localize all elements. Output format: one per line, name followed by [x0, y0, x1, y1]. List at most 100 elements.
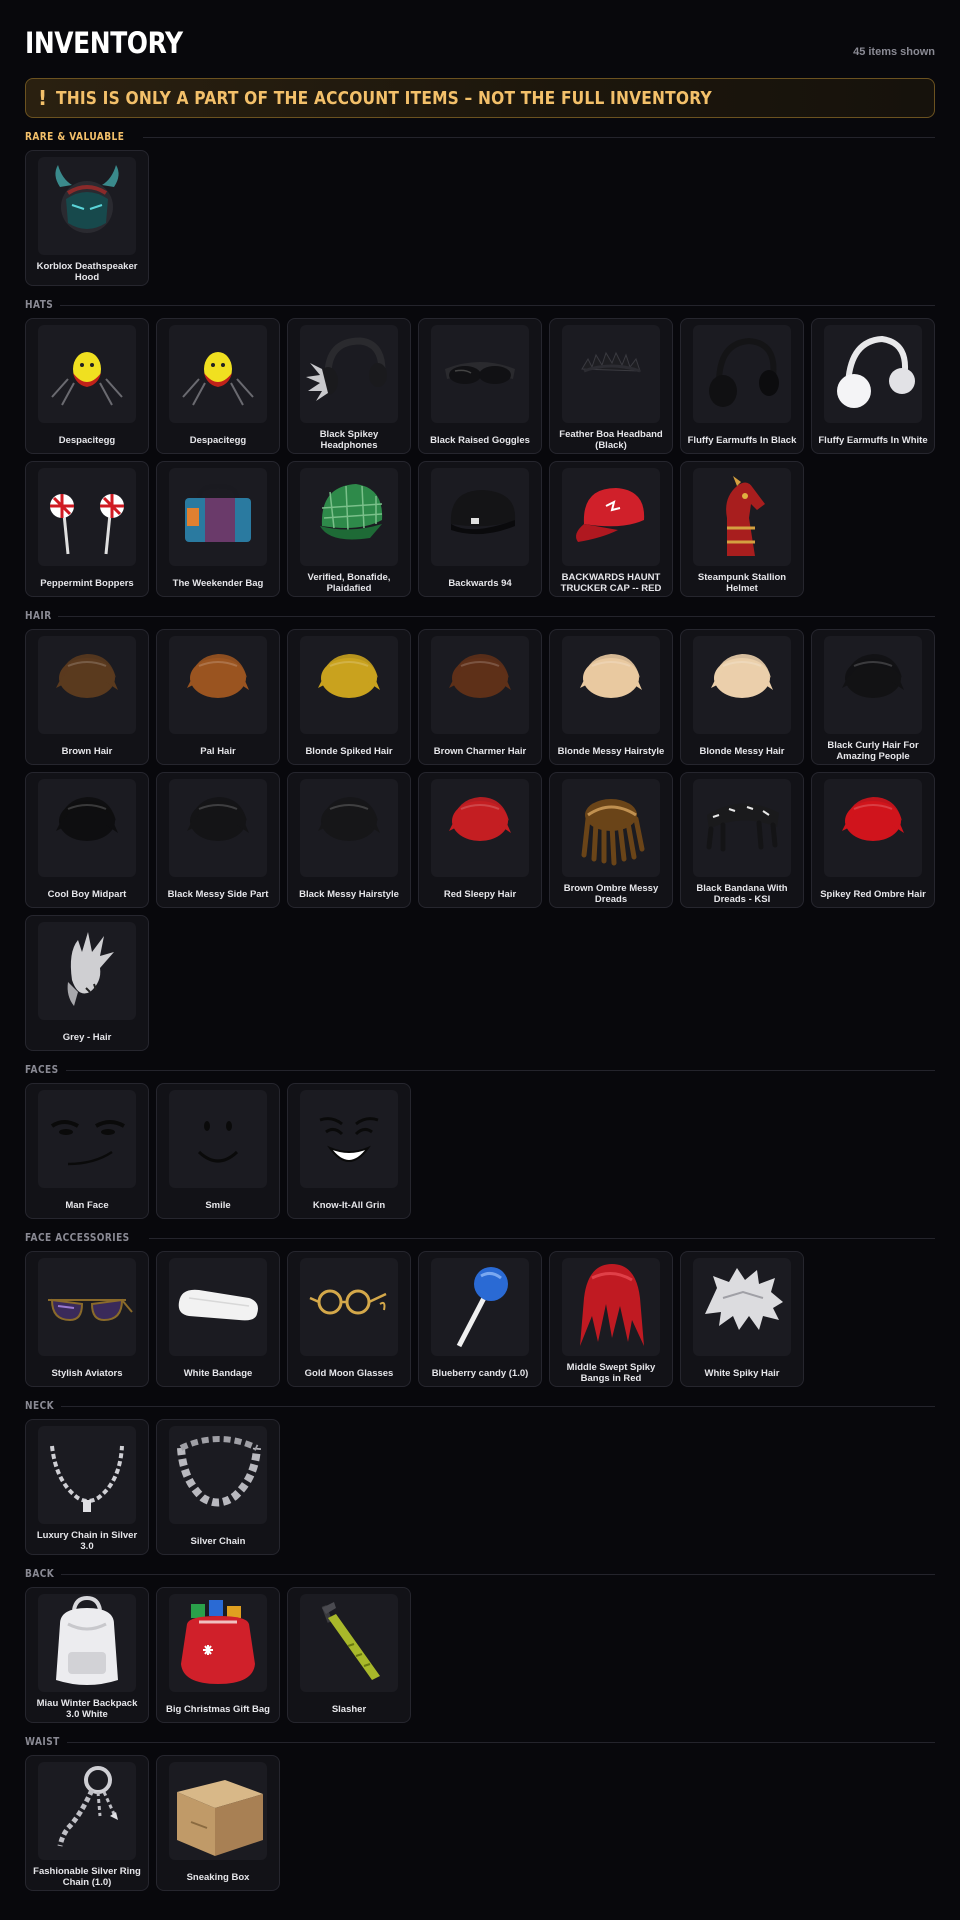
section-title: HATS	[25, 299, 54, 311]
item-card[interactable]: Luxury Chain in Silver 3.0	[25, 1419, 149, 1555]
item-card[interactable]: The Weekender Bag	[156, 461, 280, 597]
item-card[interactable]: Steampunk Stallion Helmet	[680, 461, 804, 597]
item-count: 45 items shown	[853, 46, 935, 58]
item-card[interactable]: Cool Boy Midpart	[25, 772, 149, 908]
item-card[interactable]: Grey - Hair	[25, 915, 149, 1051]
item-name: Brown Hair	[61, 745, 113, 757]
cardboard-box-icon	[169, 1762, 267, 1860]
item-name: Feather Boa Headband (Black)	[559, 429, 663, 451]
item-name: Fluffy Earmuffs In Black	[687, 434, 797, 446]
item-name: Miau Winter Backpack 3.0 White	[36, 1698, 138, 1720]
item-name: Black Bandana With Dreads - KSI	[696, 883, 788, 905]
header: INVENTORY 45 items shown	[25, 0, 935, 78]
item-card[interactable]: Pal Hair	[156, 629, 280, 765]
section-divider	[57, 615, 935, 617]
item-card[interactable]: Verified, Bonafide, Plaidafied	[287, 461, 411, 597]
item-name: White Spiky Hair	[704, 1367, 780, 1379]
item-card[interactable]: Despacitegg	[156, 318, 280, 454]
feather-headband-icon	[562, 325, 660, 423]
item-card[interactable]: Big Christmas Gift Bag	[156, 1587, 280, 1723]
item-name: Brown Charmer Hair	[433, 745, 527, 757]
item-name: Silver Chain	[190, 1535, 246, 1547]
item-name: BACKWARDS HAUNT TRUCKER CAP -- RED	[560, 572, 662, 594]
item-card[interactable]: Smile	[156, 1083, 280, 1219]
item-name: Cool Boy Midpart	[47, 888, 127, 900]
item-grid: Stylish Aviators White Bandage Gold Moon…	[25, 1251, 935, 1387]
hair-icon	[562, 636, 660, 734]
notice-text: THIS IS ONLY A PART OF THE ACCOUNT ITEMS…	[56, 87, 712, 109]
item-name: Peppermint Boppers	[40, 577, 134, 589]
item-card[interactable]: Fashionable Silver Ring Chain (1.0)	[25, 1755, 149, 1891]
item-name: Black Raised Goggles	[430, 434, 530, 446]
item-card[interactable]: Peppermint Boppers	[25, 461, 149, 597]
item-card[interactable]: Black Messy Hairstyle	[287, 772, 411, 908]
item-card[interactable]: Silver Chain	[156, 1419, 280, 1555]
item-card[interactable]: Black Messy Side Part	[156, 772, 280, 908]
lollipop-icon	[431, 1258, 529, 1356]
hair-icon	[38, 779, 136, 877]
black-cap-icon	[431, 468, 529, 566]
section-header: HATS	[25, 298, 935, 312]
item-name: Black Messy Hairstyle	[299, 888, 399, 900]
item-card[interactable]: Backwards 94	[418, 461, 542, 597]
gift-bag-icon	[169, 1594, 267, 1692]
item-name: Middle Swept Spiky Bangs in Red	[566, 1362, 656, 1384]
item-name: Spikey Red Ombre Hair	[820, 888, 926, 900]
item-card[interactable]: Miau Winter Backpack 3.0 White	[25, 1587, 149, 1723]
item-grid: Brown Hair Pal Hair Blonde Spiked Hair B…	[25, 629, 935, 1051]
item-card[interactable]: White Spiky Hair	[680, 1251, 804, 1387]
section-header: HAIR	[25, 609, 935, 623]
section-waist: WAIST Fashionable Silver Ring Chain (1.0…	[25, 1735, 935, 1891]
item-card[interactable]: BACKWARDS HAUNT TRUCKER CAP -- RED	[549, 461, 673, 597]
section-title: NECK	[25, 1400, 55, 1412]
section-back: BACK Miau Winter Backpack 3.0 White Big …	[25, 1567, 935, 1723]
inventory-page: INVENTORY 45 items shown ! THIS IS ONLY …	[25, 0, 935, 1891]
item-card[interactable]: Middle Swept Spiky Bangs in Red	[549, 1251, 673, 1387]
section-title: FACE ACCESSORIES	[25, 1232, 130, 1244]
item-card[interactable]: Black Spikey Headphones	[287, 318, 411, 454]
item-card[interactable]: Feather Boa Headband (Black)	[549, 318, 673, 454]
hair-icon	[824, 779, 922, 877]
item-card[interactable]: Know-It-All Grin	[287, 1083, 411, 1219]
item-card[interactable]: Brown Hair	[25, 629, 149, 765]
item-card[interactable]: Black Bandana With Dreads - KSI	[680, 772, 804, 908]
item-name: Sneaking Box	[186, 1871, 250, 1883]
item-card[interactable]: Stylish Aviators	[25, 1251, 149, 1387]
section-divider	[67, 1741, 935, 1743]
item-card[interactable]: Fluffy Earmuffs In White	[811, 318, 935, 454]
item-card[interactable]: Man Face	[25, 1083, 149, 1219]
weekender-bag-icon	[169, 468, 267, 566]
item-name: Know-It-All Grin	[312, 1199, 386, 1211]
item-card[interactable]: Despacitegg	[25, 318, 149, 454]
item-card[interactable]: Brown Charmer Hair	[418, 629, 542, 765]
item-card[interactable]: Brown Ombre Messy Dreads	[549, 772, 673, 908]
hair-icon	[824, 636, 922, 734]
item-card[interactable]: Blonde Messy Hairstyle	[549, 629, 673, 765]
item-card[interactable]: Korblox Deathspeaker Hood	[25, 150, 149, 286]
item-name: Luxury Chain in Silver 3.0	[36, 1530, 138, 1552]
item-card[interactable]: Gold Moon Glasses	[287, 1251, 411, 1387]
item-name: Blonde Messy Hairstyle	[557, 745, 665, 757]
section-divider	[66, 1069, 935, 1071]
section-title: BACK	[25, 1568, 55, 1580]
item-card[interactable]: Slasher	[287, 1587, 411, 1723]
item-name: Pal Hair	[200, 745, 236, 757]
despacitegg-icon	[169, 325, 267, 423]
item-card[interactable]: Red Sleepy Hair	[418, 772, 542, 908]
item-card[interactable]: Blueberry candy (1.0)	[418, 1251, 542, 1387]
item-card[interactable]: Blonde Messy Hair	[680, 629, 804, 765]
item-card[interactable]: Black Raised Goggles	[418, 318, 542, 454]
item-name: Blonde Messy Hair	[699, 745, 785, 757]
section-divider	[59, 304, 935, 306]
item-card[interactable]: Black Curly Hair For Amazing People	[811, 629, 935, 765]
item-name: Black Curly Hair For Amazing People	[827, 740, 919, 762]
item-card[interactable]: Sneaking Box	[156, 1755, 280, 1891]
item-grid: Man Face Smile Know-It-All Grin	[25, 1083, 935, 1219]
earmuffs-black-icon	[693, 325, 791, 423]
item-card[interactable]: White Bandage	[156, 1251, 280, 1387]
man-face-icon	[38, 1090, 136, 1188]
item-card[interactable]: Spikey Red Ombre Hair	[811, 772, 935, 908]
item-card[interactable]: Fluffy Earmuffs In Black	[680, 318, 804, 454]
section-title: RARE & VALUABLE	[25, 131, 125, 143]
item-card[interactable]: Blonde Spiked Hair	[287, 629, 411, 765]
